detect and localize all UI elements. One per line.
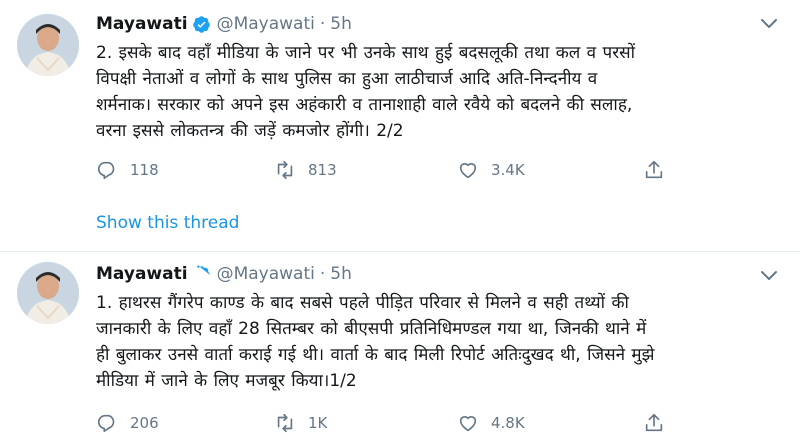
avatar[interactable] [17, 262, 79, 324]
author-handle[interactable]: @Mayawati [217, 264, 315, 284]
tweet-text-line: वरना इससे लोकतन्त्र की जड़ें कमजोर होंगी… [96, 121, 404, 141]
separator-dot: · [319, 14, 326, 34]
retweet-icon [277, 413, 293, 433]
timestamp[interactable]: 5h [330, 14, 352, 34]
tweet-header: Mayawati @Mayawati · 5h [96, 12, 352, 36]
avatar-image [17, 262, 79, 324]
reply-count: 118 [130, 161, 159, 179]
tweet-actions: 118 813 3.4K [96, 157, 676, 183]
share-button[interactable] [643, 410, 677, 436]
like-button[interactable]: 4.8K [457, 410, 525, 436]
tweet-text-line: ही बुलाकर उनसे वार्ता कराई गई थी। वार्ता… [96, 345, 655, 365]
like-button[interactable]: 3.4K [457, 157, 525, 183]
tweet-text-line: 2. इसके बाद वहाँ मीडिया के जाने पर भी उन… [96, 43, 636, 63]
reply-count: 206 [130, 414, 159, 432]
retweet-count: 1K [308, 414, 328, 432]
avatar-image [17, 14, 79, 76]
author-name[interactable]: Mayawati [96, 264, 188, 284]
verified-badge-icon [196, 264, 210, 278]
like-count: 4.8K [491, 414, 525, 432]
author-name[interactable]: Mayawati [96, 14, 188, 34]
like-count: 3.4K [491, 161, 525, 179]
like-icon [459, 416, 477, 432]
separator-dot: · [319, 264, 326, 284]
avatar[interactable] [17, 14, 79, 76]
like-icon [459, 163, 477, 179]
tweet-header: Mayawati @Mayawati · 5h [96, 262, 352, 286]
share-icon [645, 160, 663, 179]
tweet-text-line: शर्मनाक। सरकार को अपने इस अहंकारी व ताना… [96, 95, 633, 115]
tweet-1[interactable]: Mayawati @Mayawati · 5h 2. इसके बाद वहाँ… [0, 0, 800, 252]
tweet-text: 1. हाथरस गैंगरेप काण्ड के बाद सबसे पहले … [96, 290, 786, 394]
tweet-actions: 206 1K 4.8K [96, 410, 676, 436]
share-icon [645, 413, 663, 432]
retweet-button[interactable]: 813 [274, 157, 337, 183]
chevron-down-icon[interactable] [760, 270, 778, 282]
retweet-count: 813 [308, 161, 337, 179]
tweet-text: 2. इसके बाद वहाँ मीडिया के जाने पर भी उन… [96, 40, 786, 144]
tweet-text-line: विपक्षी नेताओं व लोगों के साथ पुलिस का ह… [96, 69, 598, 89]
tweet-text-line: 1. हाथरस गैंगरेप काण्ड के बाद सबसे पहले … [96, 293, 629, 313]
tweet-text-line: जानकारी के लिए वहाँ 28 सितम्बर को बीएसपी… [96, 319, 647, 339]
share-button[interactable] [643, 157, 677, 183]
reply-icon [97, 161, 115, 180]
retweet-icon [277, 160, 293, 180]
tweet-text-line: मीडिया में जाने के लिए मजबूर किया।1/2 [96, 371, 357, 391]
verified-badge-icon [192, 15, 210, 33]
chevron-down-icon[interactable] [760, 18, 778, 30]
retweet-button[interactable]: 1K [274, 410, 327, 436]
author-handle[interactable]: @Mayawati [217, 14, 315, 34]
timestamp[interactable]: 5h [330, 264, 352, 284]
reply-button[interactable]: 118 [96, 157, 159, 183]
reply-icon [97, 414, 115, 433]
reply-button[interactable]: 206 [96, 410, 159, 436]
tweet-2[interactable]: Mayawati @Mayawati · 5h 1. हाथरस गैंगरेप… [0, 252, 800, 443]
show-thread-link[interactable]: Show this thread [96, 213, 239, 233]
